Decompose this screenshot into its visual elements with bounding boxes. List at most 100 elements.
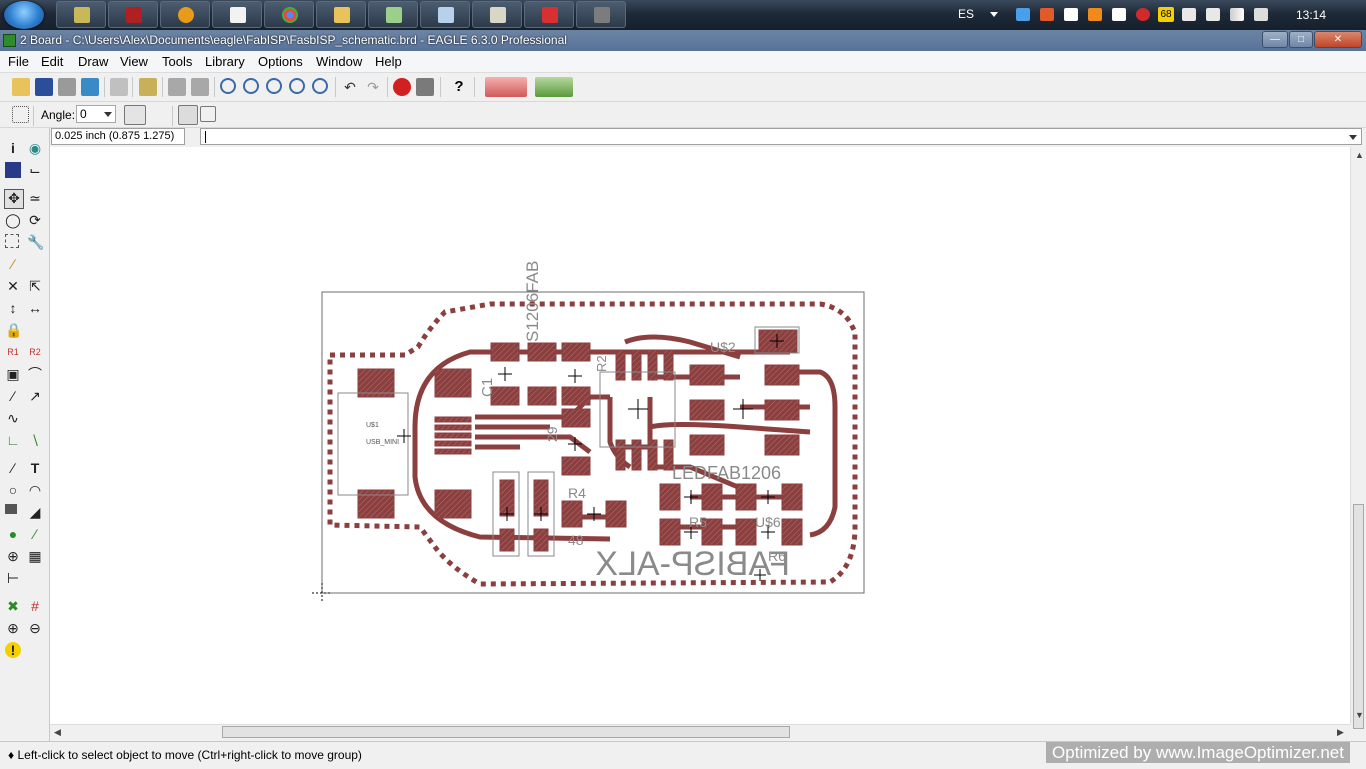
clock[interactable]: 13:14 [1296, 8, 1326, 22]
menu-draw[interactable]: Draw [78, 54, 108, 69]
layer-view-icon[interactable] [178, 105, 198, 125]
taskbar-app-1[interactable] [56, 1, 106, 28]
taskbar-app-chrome[interactable] [264, 1, 314, 28]
scroll-right-icon[interactable]: ▶ [1337, 727, 1344, 738]
value-icon[interactable]: R2 [27, 344, 43, 360]
autorouter-icon[interactable]: # [27, 598, 43, 614]
taskbar-app-explorer[interactable] [316, 1, 366, 28]
badge-counter[interactable]: 68 [1158, 7, 1174, 22]
pcb-quote-icon[interactable] [535, 77, 573, 97]
menu-tools[interactable]: Tools [162, 54, 192, 69]
stop-icon[interactable] [393, 78, 411, 96]
ripup-icon[interactable]: ∖ [27, 432, 43, 448]
scroll-up-icon[interactable]: ▲ [1355, 150, 1364, 160]
language-indicator[interactable]: ES [958, 7, 974, 21]
zoom-select-icon[interactable] [312, 78, 328, 94]
network-icon[interactable] [1230, 8, 1244, 21]
taskbar-app-editor[interactable] [472, 1, 522, 28]
redo-icon[interactable]: ↷ [364, 78, 382, 96]
scroll-down-icon[interactable]: ▼ [1355, 710, 1364, 720]
wire-icon[interactable]: ∕ [5, 460, 21, 476]
hole-icon[interactable]: ⊕ [5, 548, 21, 564]
taskbar-app-notes[interactable] [212, 1, 262, 28]
zoom-in-icon[interactable] [243, 78, 259, 94]
move-icon[interactable]: ✥ [4, 189, 24, 209]
menu-window[interactable]: Window [316, 54, 362, 69]
start-button[interactable] [4, 1, 44, 29]
maximize-button[interactable]: □ [1289, 31, 1313, 48]
route-icon[interactable]: ∟ [5, 432, 21, 448]
zoom-redraw-icon[interactable] [289, 78, 305, 94]
lock-icon[interactable]: ↔ [27, 300, 43, 316]
signal-icon[interactable]: ∕ [27, 526, 43, 542]
gmail-notifier-icon[interactable] [1136, 8, 1150, 21]
taskbar-app-eagle[interactable] [368, 1, 418, 28]
flag-icon[interactable] [1182, 8, 1196, 21]
mark-icon[interactable]: ⌙ [27, 162, 43, 178]
onedrive-icon[interactable] [1112, 8, 1126, 21]
via-icon[interactable]: ● [5, 526, 21, 542]
menu-edit[interactable]: Edit [41, 54, 63, 69]
chevron-down-icon[interactable] [1349, 135, 1357, 140]
menu-view[interactable]: View [120, 54, 148, 69]
ulp-icon[interactable] [191, 78, 209, 96]
taskbar-app-gimp[interactable] [576, 1, 626, 28]
name-icon[interactable]: R1 [5, 344, 21, 360]
taskbar-app-pdf[interactable] [524, 1, 574, 28]
taskbar-app-doc[interactable] [420, 1, 470, 28]
delete-icon[interactable]: ✕ [5, 278, 21, 294]
device-icon[interactable] [1206, 8, 1220, 21]
circle-icon[interactable]: ○ [5, 482, 21, 498]
print-icon[interactable] [58, 78, 76, 96]
polygon-icon[interactable]: ◢ [27, 504, 43, 520]
ratsnest-icon[interactable]: ✖ [5, 598, 21, 614]
info-icon[interactable]: i [5, 140, 21, 156]
change-icon[interactable]: 🔧 [27, 234, 44, 250]
dimension-icon[interactable]: ⊢ [5, 570, 21, 586]
angle-select[interactable]: 0 [76, 105, 116, 123]
volume-icon[interactable] [1254, 8, 1268, 21]
save-icon[interactable] [35, 78, 53, 96]
vertical-scrollbar[interactable]: ▲ ▼ [1350, 147, 1366, 729]
mirror-text-icon[interactable] [148, 105, 168, 123]
display-layers-icon[interactable] [5, 162, 21, 178]
spin-text-icon[interactable] [124, 105, 146, 125]
dropbox-icon[interactable] [1064, 8, 1078, 21]
meander-icon[interactable]: ∿ [5, 410, 21, 426]
vertical-scroll-thumb[interactable] [1353, 504, 1364, 729]
attribute-icon[interactable]: ▦ [27, 548, 43, 564]
tray-expand-icon[interactable] [990, 12, 998, 17]
open-icon[interactable] [12, 78, 30, 96]
cloud-icon[interactable] [1016, 8, 1030, 21]
arc-icon[interactable]: ◠ [27, 482, 43, 498]
text-icon[interactable]: T [27, 460, 43, 476]
layer-split-icon[interactable] [200, 106, 216, 122]
menu-help[interactable]: Help [375, 54, 402, 69]
zoom-out-icon[interactable] [266, 78, 282, 94]
avast-icon[interactable] [1088, 8, 1102, 21]
help-icon[interactable]: ? [450, 78, 468, 96]
pcb-layout[interactable]: S1206FAB C1 R2 R4 R5 R6 U$1 USB_MINI 29 … [50, 147, 1350, 724]
zoom-fit-icon[interactable] [220, 78, 236, 94]
rect-icon[interactable] [5, 504, 17, 514]
mirror-icon[interactable]: ◯ [5, 212, 21, 228]
miter-icon[interactable]: ⌒ [27, 366, 43, 382]
smash-icon[interactable]: ▣ [5, 366, 21, 382]
eye-show-icon[interactable]: ◉ [27, 140, 43, 156]
script-icon[interactable] [168, 78, 186, 96]
group-icon[interactable] [5, 234, 19, 248]
filezilla-tray-icon[interactable] [1040, 8, 1054, 21]
add-icon[interactable]: ⇱ [27, 278, 43, 294]
close-button[interactable]: ✕ [1314, 31, 1362, 48]
paste-icon[interactable]: ∕ [5, 256, 21, 272]
grid-icon[interactable] [12, 106, 29, 123]
horizontal-scrollbar[interactable]: ◀ ▶ [50, 724, 1350, 740]
minimize-button[interactable]: — [1262, 31, 1288, 48]
warning-icon[interactable]: ! [5, 642, 21, 658]
taskbar-app-media[interactable] [160, 1, 210, 28]
taskbar-app-filezilla[interactable] [108, 1, 158, 28]
copy-icon[interactable]: ≃ [27, 190, 43, 206]
errors-icon[interactable]: ⊖ [27, 620, 43, 636]
horizontal-scroll-thumb[interactable] [222, 726, 790, 738]
go-icon[interactable] [416, 78, 434, 96]
